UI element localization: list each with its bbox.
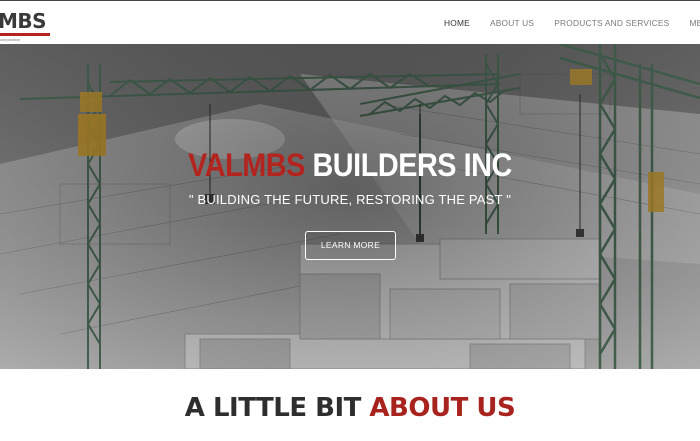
hero-banner: VALMBS BUILDERS INC " BUILDING THE FUTUR…	[0, 44, 700, 369]
about-section: A LITTLE BIT ABOUT US	[0, 369, 700, 441]
nav-item-about-us[interactable]: ABOUT US	[490, 18, 534, 28]
about-heading: A LITTLE BIT ABOUT US	[0, 393, 700, 423]
about-heading-lead: A LITTLE BIT	[184, 393, 370, 423]
logo-subtitle: corporation	[0, 37, 21, 42]
company-logo[interactable]: MBS corporation	[0, 9, 50, 42]
logo-underline	[0, 33, 50, 36]
learn-more-button[interactable]: LEARN MORE	[305, 231, 396, 260]
hero-title-brand: VALMBS	[188, 147, 305, 183]
hero-tagline: " BUILDING THE FUTURE, RESTORING THE PAS…	[188, 192, 512, 207]
hero-title-rest: BUILDERS INC	[304, 147, 512, 183]
about-heading-highlight: ABOUT US	[369, 393, 516, 423]
main-nav: HOME ABOUT US PRODUCTS AND SERVICES MEET…	[444, 18, 700, 28]
nav-item-meet-the-team[interactable]: MEET TH	[689, 18, 700, 28]
logo-text: MBS	[0, 9, 47, 33]
hero-title: VALMBS BUILDERS INC	[35, 147, 665, 184]
nav-item-home[interactable]: HOME	[444, 18, 470, 28]
site-header: MBS corporation HOME ABOUT US PRODUCTS A…	[0, 0, 700, 44]
nav-item-products-and-services[interactable]: PRODUCTS AND SERVICES	[554, 18, 669, 28]
